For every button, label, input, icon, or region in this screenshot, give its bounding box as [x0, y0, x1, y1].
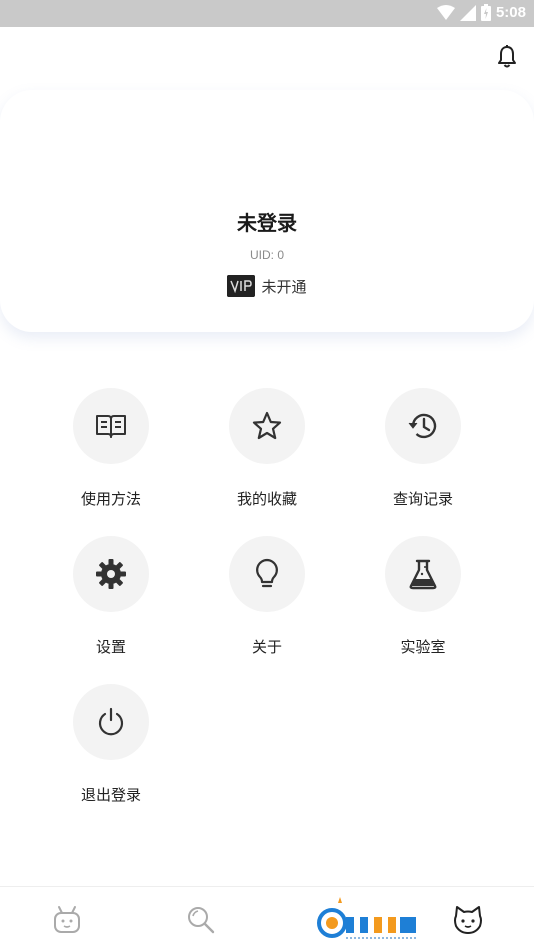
- signal-icon: [459, 4, 476, 21]
- menu-item-usage[interactable]: 使用方法: [51, 388, 171, 509]
- menu-item-favorites[interactable]: 我的收藏: [207, 388, 327, 509]
- profile-card[interactable]: 未登录 UID: 0 未开通: [0, 90, 534, 332]
- menu-circle[interactable]: [73, 684, 149, 760]
- vip-row[interactable]: 未开通: [0, 275, 534, 297]
- menu-label: 退出登录: [80, 786, 141, 804]
- menu-item-logout[interactable]: 退出登录: [51, 684, 171, 805]
- menu-circle[interactable]: [73, 388, 149, 464]
- menu-item-history[interactable]: 查询记录: [363, 388, 483, 509]
- menu-circle[interactable]: [385, 388, 461, 464]
- menu-circle[interactable]: [385, 536, 461, 612]
- menu-circle[interactable]: [229, 388, 305, 464]
- cat-icon: [454, 906, 482, 934]
- uid-value: 0: [277, 248, 285, 262]
- vip-badge-icon: [227, 275, 256, 297]
- menu-item-lab[interactable]: 实验室: [363, 536, 483, 657]
- nav-home[interactable]: [51, 904, 83, 936]
- history-icon: [408, 413, 437, 439]
- notification-bell-icon[interactable]: [494, 44, 520, 70]
- menu-label: 查询记录: [392, 490, 453, 508]
- star-icon: [252, 411, 282, 440]
- nav-search[interactable]: [185, 904, 217, 936]
- gogo-logo: [317, 897, 416, 939]
- battery-icon: [480, 4, 491, 21]
- vip-status: 未开通: [261, 277, 307, 296]
- lightbulb-icon: [256, 558, 278, 588]
- gear-icon: [96, 559, 126, 589]
- wifi-icon: [436, 4, 455, 20]
- bottom-nav: [0, 886, 534, 950]
- nav-profile[interactable]: [452, 904, 484, 936]
- book-icon: [96, 415, 126, 438]
- menu-label: 使用方法: [80, 490, 141, 508]
- status-bar: 5:08: [0, 0, 534, 27]
- menu-circle[interactable]: [229, 536, 305, 612]
- menu-item-settings[interactable]: 设置: [51, 536, 171, 657]
- robot-icon: [54, 906, 80, 933]
- username[interactable]: 未登录: [0, 207, 534, 236]
- menu-item-about[interactable]: 关于: [207, 536, 327, 657]
- menu-label: 实验室: [400, 638, 446, 656]
- menu-circle[interactable]: [73, 536, 149, 612]
- status-icons: 5:08: [436, 4, 526, 21]
- uid-label: UID:: [249, 248, 274, 262]
- uid-line: UID: 0: [0, 248, 534, 262]
- menu-label: 我的收藏: [236, 490, 297, 508]
- menu-label: 设置: [95, 638, 126, 656]
- menu-label: 关于: [251, 638, 282, 656]
- power-icon: [98, 707, 124, 736]
- status-time: 5:08: [495, 4, 526, 21]
- search-icon: [188, 907, 215, 934]
- flask-icon: [409, 559, 437, 590]
